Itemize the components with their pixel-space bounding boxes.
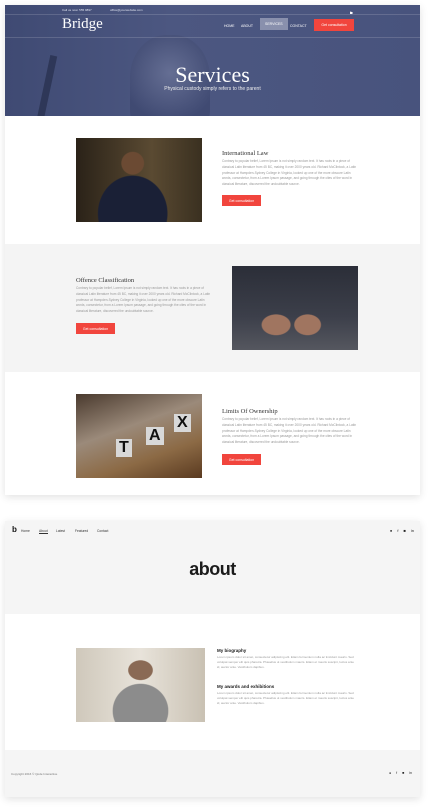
footer: Copyright 2016 © Qode Interactive ● f ■ in — [5, 750, 420, 797]
footer-social-links: ● f ■ in — [389, 771, 412, 775]
logo[interactable]: Bridge — [62, 16, 103, 33]
awards-text: Lorem ipsum dolor sit amet, consectetur … — [217, 691, 354, 705]
tax-folders-image: T A X — [76, 394, 202, 478]
handcuffs-image — [232, 266, 358, 350]
nav-home[interactable]: Home — [21, 529, 30, 533]
portrait-image — [76, 648, 205, 722]
nav-services[interactable]: SERVICES — [260, 18, 288, 30]
service-text: Contrary to popular belief, Lorem Ipsum … — [222, 159, 357, 187]
service-text: Contrary to popular belief, Lorem Ipsum … — [76, 286, 211, 314]
get-consultation-button[interactable]: Get consultation — [222, 454, 261, 465]
nav-about[interactable]: About — [39, 529, 48, 534]
nav-latest[interactable]: Latest — [56, 529, 65, 533]
instagram-icon[interactable]: ■ — [402, 771, 404, 775]
about-header: b Home About Latest Featured Contact ● f ■… — [5, 521, 420, 614]
linkedin-icon[interactable]: in — [409, 771, 412, 775]
bridge-services-page: Call us now: 555 9897 office@yourwebsite… — [5, 5, 420, 495]
page-subtitle: Physical custody simply refers to the pa… — [164, 86, 261, 92]
social-links: ● f ■ in — [390, 528, 414, 533]
about-page: b Home About Latest Featured Contact ● f ■… — [5, 521, 420, 797]
service-title: International Law — [222, 150, 269, 157]
divider — [5, 37, 420, 38]
twitter-icon[interactable]: ● — [389, 771, 391, 775]
service-offence-classification: Offence Classification Contrary to popul… — [5, 244, 420, 372]
nav-home[interactable]: HOME — [224, 24, 235, 28]
copyright-text: Copyright 2016 © Qode Interactive — [11, 772, 58, 776]
email-link[interactable]: office@yourwebsite.com — [110, 8, 143, 12]
hero: Call us now: 555 9897 office@yourwebsite… — [5, 5, 420, 116]
service-text: Contrary to popular belief, Lorem Ipsum … — [222, 417, 357, 445]
service-international-law: International Law Contrary to popular be… — [5, 116, 420, 244]
biography-text: Lorem ipsum dolor sit amet, consectetur … — [217, 655, 354, 669]
get-consultation-button[interactable]: Get consultation — [314, 19, 354, 31]
facebook-icon[interactable]: f — [397, 528, 398, 533]
facebook-icon[interactable]: f — [396, 771, 397, 775]
businessman-image — [76, 138, 202, 222]
phone-text: Call us now: 555 9897 — [62, 8, 92, 12]
service-title: Limits Of Ownership — [222, 408, 278, 415]
awards-title: My awards and exhibitions — [217, 684, 275, 689]
nav-contact[interactable]: CONTACT — [290, 24, 307, 28]
get-consultation-button[interactable]: Get consultation — [76, 323, 115, 334]
service-title: Offence Classification — [76, 277, 135, 284]
service-limits-of-ownership: T A X Limits Of Ownership Contrary to po… — [5, 372, 420, 495]
nav-featured[interactable]: Featured — [75, 529, 88, 533]
linkedin-icon[interactable]: in — [411, 528, 414, 533]
linkedin-icon[interactable]: in — [350, 10, 353, 15]
get-consultation-button[interactable]: Get consultation — [222, 195, 261, 206]
tax-letter: A — [146, 427, 164, 445]
page-title: Services — [175, 62, 250, 87]
top-bar: Call us now: 555 9897 office@yourwebsite… — [5, 5, 420, 15]
twitter-icon[interactable]: ● — [390, 528, 392, 533]
biography-title: My biography — [217, 648, 247, 653]
nav-contact[interactable]: Contact — [97, 529, 108, 533]
nav-about[interactable]: ABOUT — [241, 24, 253, 28]
tax-letter: T — [116, 439, 132, 457]
page-title: about — [189, 559, 236, 579]
tax-letter: X — [174, 414, 191, 432]
instagram-icon[interactable]: ■ — [403, 528, 405, 533]
logo[interactable]: b — [12, 525, 17, 534]
